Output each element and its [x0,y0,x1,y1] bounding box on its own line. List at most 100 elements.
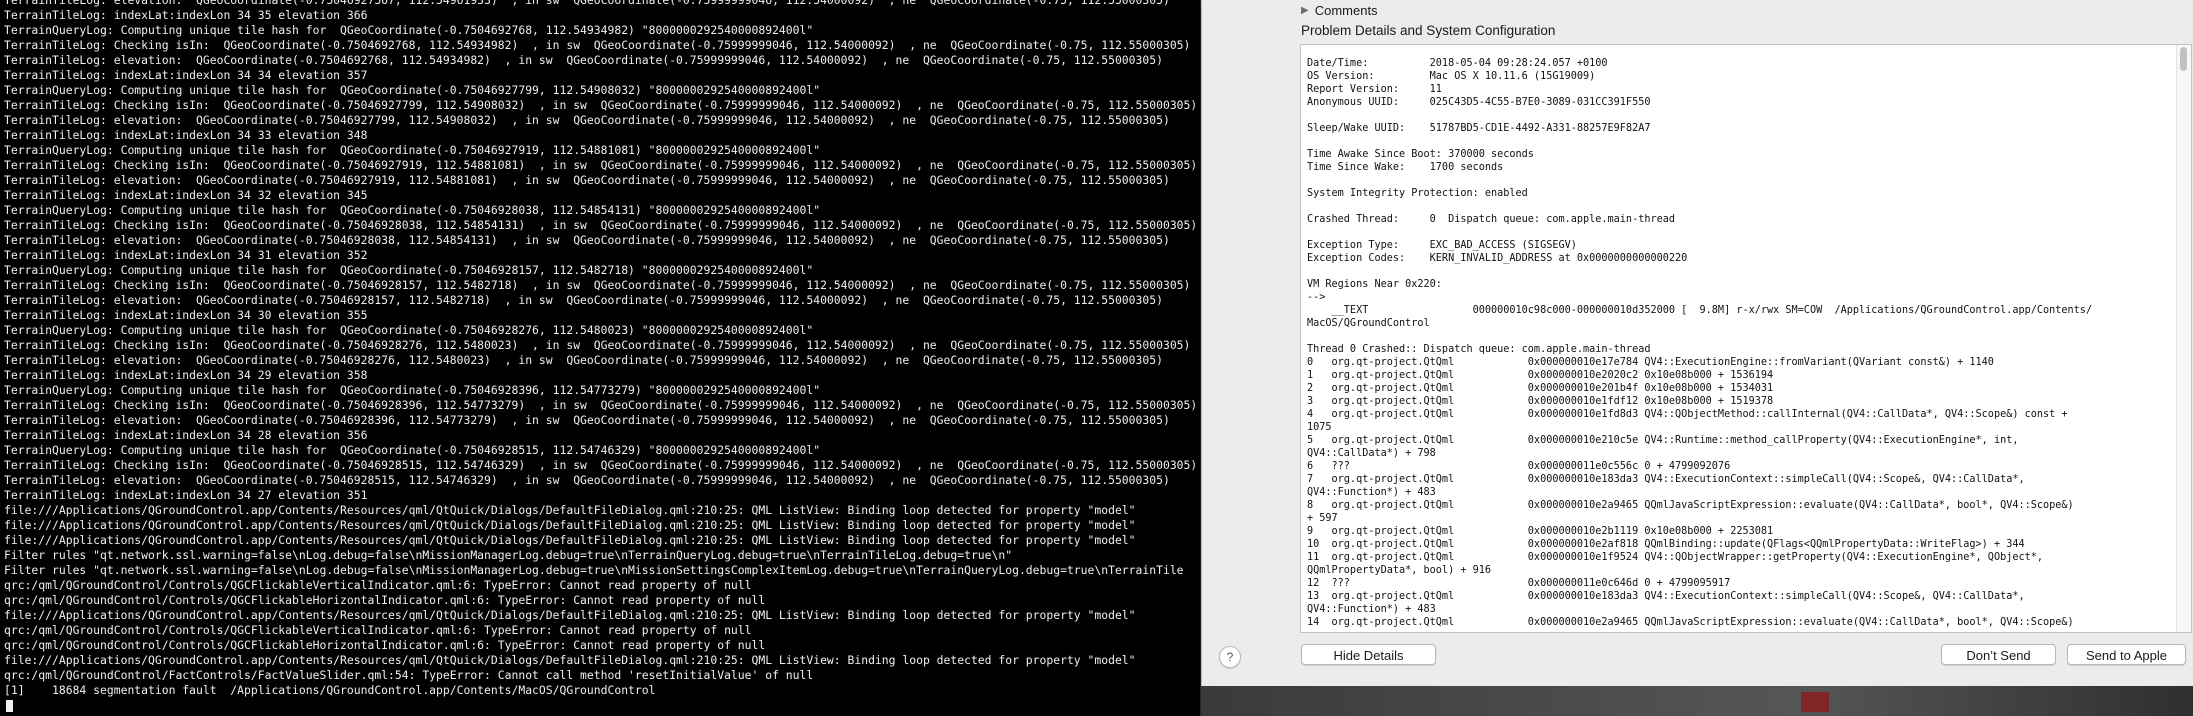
report-scrollbar[interactable] [2176,45,2191,632]
terminal-line: qrc:/qml/QGroundControl/Controls/QGCFlic… [4,638,766,652]
terminal-line: TerrainTileLog: elevation: QGeoCoordinat… [4,473,1170,487]
terminal-line: TerrainTileLog: indexLat:indexLon 34 32 … [4,188,368,202]
report-line: Time Since Wake: 1700 seconds [1307,162,1504,173]
report-line: __TEXT 000000010c98c000-000000010d352000… [1307,305,2093,316]
report-line: --> [1307,292,1326,303]
terminal-line: TerrainTileLog: Checking isIn: QGeoCoord… [4,458,1198,472]
terminal-line: TerrainTileLog: Checking isIn: QGeoCoord… [4,398,1198,412]
terminal-line: TerrainTileLog: elevation: QGeoCoordinat… [4,173,1170,187]
terminal-line: file:///Applications/QGroundControl.app/… [4,503,1136,517]
report-line: 8 org.qt-project.QtQml 0x000000010e2a946… [1307,500,2074,511]
terminal-line: TerrainQueryLog: Computing unique tile h… [4,23,814,37]
terminal-line: TerrainQueryLog: Computing unique tile h… [4,203,821,217]
terminal-line: qrc:/qml/QGroundControl/Controls/QGCFlic… [4,578,752,592]
terminal-line: TerrainTileLog: indexLat:indexLon 34 28 … [4,428,368,442]
terminal-line: qrc:/qml/QGroundControl/Controls/QGCFlic… [4,623,752,637]
terminal-line: TerrainQueryLog: Computing unique tile h… [4,143,821,157]
terminal-line: file:///Applications/QGroundControl.app/… [4,653,1136,667]
terminal-line: TerrainTileLog: elevation: QGeoCoordinat… [4,353,1163,367]
disclosure-triangle-icon[interactable]: ▶ [1301,5,1309,16]
terminal-line: TerrainTileLog: elevation: QGeoCoordinat… [4,113,1170,127]
terminal-line: TerrainTileLog: elevation: QGeoCoordinat… [4,53,1163,67]
terminal-line: TerrainQueryLog: Computing unique tile h… [4,263,814,277]
report-line: 1 org.qt-project.QtQml 0x000000010e2020c… [1307,370,1774,381]
report-line: Thread 0 Crashed:: Dispatch queue: com.a… [1307,344,1651,355]
terminal-line: TerrainQueryLog: Computing unique tile h… [4,443,821,457]
terminal-output: TerrainTileLog: elevation: QGeoCoordinat… [4,0,1200,713]
terminal-line: TerrainTileLog: elevation: QGeoCoordinat… [4,233,1170,247]
terminal-line: TerrainTileLog: Checking isIn: QGeoCoord… [4,338,1191,352]
report-line: 3 org.qt-project.QtQml 0x000000010e1fdf1… [1307,396,1774,407]
report-line: 2 org.qt-project.QtQml 0x000000010e201b4… [1307,383,1774,394]
report-line: Time Awake Since Boot: 370000 seconds [1307,149,1534,160]
comments-label: Comments [1314,2,1378,18]
report-line: 14 org.qt-project.QtQml 0x000000010e2a94… [1307,617,2074,628]
report-line: QV4::Function*) + 483 [1307,487,1436,498]
terminal-line: TerrainTileLog: indexLat:indexLon 34 31 … [4,248,368,262]
terminal-line: TerrainQueryLog: Computing unique tile h… [4,383,821,397]
report-line: Report Version: 11 [1307,84,1442,95]
send-to-apple-button[interactable]: Send to Apple [2067,644,2186,665]
report-line: Anonymous UUID: 025C43D5-4C55-B7E0-3089-… [1307,97,1651,108]
terminal-line: TerrainTileLog: indexLat:indexLon 34 29 … [4,368,368,382]
help-button[interactable]: ? [1219,646,1241,668]
terminal-line: TerrainTileLog: indexLat:indexLon 34 34 … [4,68,368,82]
dont-send-button[interactable]: Don’t Send [1941,644,2056,665]
report-line: VM Regions Near 0x220: [1307,279,1442,290]
report-line: Date/Time: 2018-05-04 09:28:24.057 +0100 [1307,58,1608,69]
terminal-line: TerrainTileLog: indexLat:indexLon 34 35 … [4,8,368,22]
terminal-line: TerrainTileLog: elevation: QGeoCoordinat… [4,0,1170,7]
report-line [1307,200,2167,213]
terminal-line: file:///Applications/QGroundControl.app/… [4,608,1136,622]
terminal-window[interactable]: TerrainTileLog: elevation: QGeoCoordinat… [0,0,1200,716]
problem-details-heading: Problem Details and System Configuration [1301,23,1556,38]
report-line: 5 org.qt-project.QtQml 0x000000010e210c5… [1307,435,2019,446]
terminal-line: file:///Applications/QGroundControl.app/… [4,533,1136,547]
comments-disclosure-row[interactable]: ▶ Comments [1301,2,1378,18]
report-line: 11 org.qt-project.QtQml 0x000000010e1f95… [1307,552,2044,563]
report-line [1307,109,2167,122]
terminal-line: Filter rules "qt.network.ssl.warning=fal… [4,548,1013,562]
crash-report-content: Date/Time: 2018-05-04 09:28:24.057 +0100… [1307,57,2167,629]
report-line: MacOS/QGroundControl [1307,318,1430,329]
terminal-line: TerrainTileLog: indexLat:indexLon 34 27 … [4,488,368,502]
terminal-line: qrc:/qml/QGroundControl/FactControls/Fac… [4,668,814,682]
report-line: QV4::CallData*) + 798 [1307,448,1436,459]
terminal-line: TerrainQueryLog: Computing unique tile h… [4,83,821,97]
report-line: + 597 [1307,513,1338,524]
report-line: Sleep/Wake UUID: 51787BD5-CD1E-4492-A331… [1307,123,1651,134]
report-scroll-thumb[interactable] [2180,47,2187,71]
terminal-line: TerrainTileLog: elevation: QGeoCoordinat… [4,413,1170,427]
report-line: QQmlPropertyData*, bool) + 916 [1307,565,1492,576]
terminal-line: qrc:/qml/QGroundControl/Controls/QGCFlic… [4,593,766,607]
report-line: QV4::Function*) + 483 [1307,604,1436,615]
report-line [1307,174,2167,187]
report-line: Exception Codes: KERN_INVALID_ADDRESS at… [1307,253,1688,264]
report-line [1307,330,2167,343]
terminal-line [4,698,1200,713]
report-line: Crashed Thread: 0 Dispatch queue: com.ap… [1307,214,1676,225]
terminal-line: TerrainTileLog: Checking isIn: QGeoCoord… [4,98,1198,112]
desktop-background-mark [1801,692,1829,712]
terminal-line: TerrainQueryLog: Computing unique tile h… [4,323,814,337]
report-line: 4 org.qt-project.QtQml 0x000000010e1fd8d… [1307,409,2068,420]
desktop-background [1201,686,2193,716]
report-line: 1075 [1307,422,1332,433]
terminal-line: Filter rules "qt.network.ssl.warning=fal… [4,563,1184,577]
hide-details-button[interactable]: Hide Details [1301,644,1436,665]
terminal-line: TerrainTileLog: Checking isIn: QGeoCoord… [4,218,1198,232]
terminal-line: TerrainTileLog: indexLat:indexLon 34 30 … [4,308,368,322]
terminal-line: file:///Applications/QGroundControl.app/… [4,518,1136,532]
report-line: System Integrity Protection: enabled [1307,188,1528,199]
report-line: 10 org.qt-project.QtQml 0x000000010e2af8… [1307,539,2025,550]
terminal-line: TerrainTileLog: indexLat:indexLon 34 33 … [4,128,368,142]
crash-report-text-area[interactable]: Date/Time: 2018-05-04 09:28:24.057 +0100… [1300,44,2192,633]
terminal-line: TerrainTileLog: elevation: QGeoCoordinat… [4,293,1163,307]
terminal-line: [1] 18684 segmentation fault /Applicatio… [4,683,656,697]
terminal-line: TerrainTileLog: Checking isIn: QGeoCoord… [4,278,1191,292]
crash-report-dialog: ▶ Comments Problem Details and System Co… [1201,0,2193,686]
report-line: 13 org.qt-project.QtQml 0x000000010e183d… [1307,591,2025,602]
report-line [1307,226,2167,239]
report-line: 7 org.qt-project.QtQml 0x000000010e183da… [1307,474,2025,485]
report-line [1307,135,2167,148]
